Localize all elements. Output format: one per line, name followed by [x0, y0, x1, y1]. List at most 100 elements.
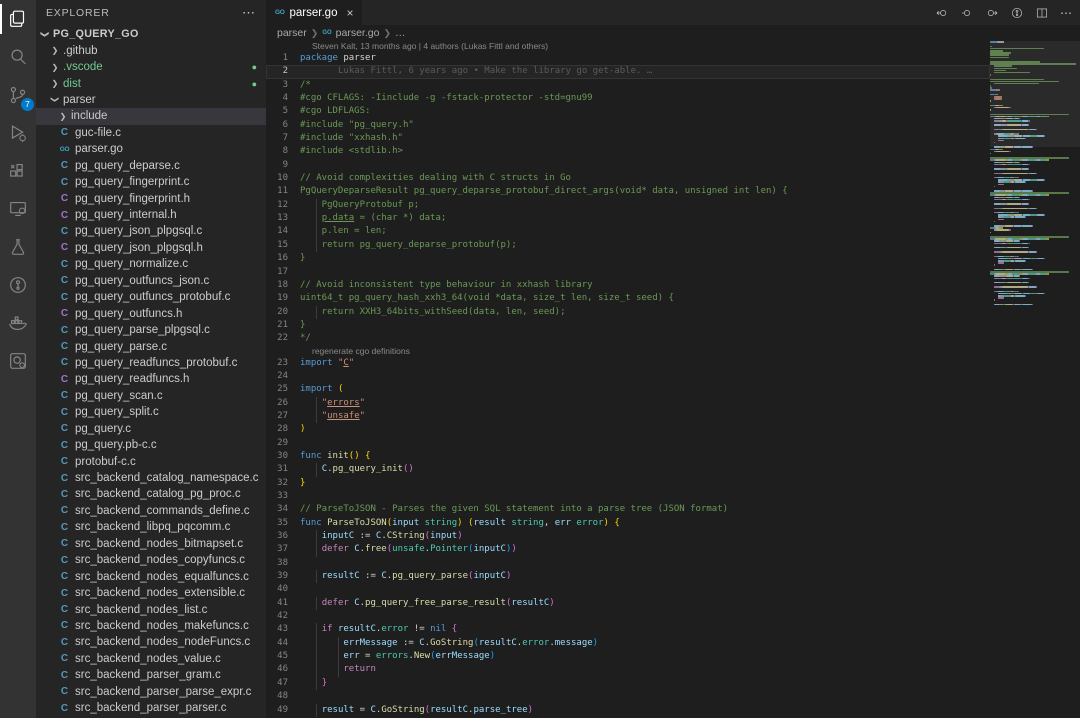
code-line-21[interactable]: 21}	[266, 319, 990, 332]
tree-file-pg-query-normalize-c[interactable]: Cpg_query_normalize.c	[36, 256, 266, 272]
code-line-20[interactable]: 20 return XXH3_64bits_withSeed(data, len…	[266, 306, 990, 319]
code-line-40[interactable]: 40	[266, 583, 990, 596]
tree-file-pg-query-scan-c[interactable]: Cpg_query_scan.c	[36, 388, 266, 404]
code-line-35[interactable]: 35func ParseToJSON(input string) (result…	[266, 517, 990, 530]
tree-file-src-backend-nodes-equalfuncs-c[interactable]: Csrc_backend_nodes_equalfuncs.c	[36, 568, 266, 584]
tree-file-src-backend-nodes-makefuncs-c[interactable]: Csrc_backend_nodes_makefuncs.c	[36, 618, 266, 634]
code-line-26[interactable]: 26 "errors"	[266, 397, 990, 410]
code-line-10[interactable]: 10// Avoid complexities dealing with C s…	[266, 172, 990, 185]
code-line-41[interactable]: 41 defer C.pg_query_free_parse_result(re…	[266, 597, 990, 610]
code-editor[interactable]: Steven Kalt, 13 months ago | 4 authors (…	[266, 41, 990, 718]
gitlens-icon[interactable]	[1009, 5, 1024, 20]
code-line-22[interactable]: 22*/	[266, 332, 990, 345]
tree-file-pg-query-internal-h[interactable]: Cpg_query_internal.h	[36, 207, 266, 223]
explorer-icon[interactable]	[0, 0, 36, 38]
tree-file-src-backend-nodes-bitmapset-c[interactable]: Csrc_backend_nodes_bitmapset.c	[36, 536, 266, 552]
tree-file-src-backend-nodes-value-c[interactable]: Csrc_backend_nodes_value.c	[36, 651, 266, 667]
tree-file-pg-query-readfuncs-protobuf-c[interactable]: Cpg_query_readfuncs_protobuf.c	[36, 355, 266, 371]
code-line-45[interactable]: 45 err = errors.New(errMessage)	[266, 650, 990, 663]
code-line-7[interactable]: 7#include "xxhash.h"	[266, 132, 990, 145]
code-line-39[interactable]: 39 resultC := C.pg_query_parse(inputC)	[266, 570, 990, 583]
code-lens[interactable]: Steven Kalt, 13 months ago | 4 authors (…	[266, 41, 990, 52]
tree-file-pg-query-json-plpgsql-c[interactable]: Cpg_query_json_plpgsql.c	[36, 223, 266, 239]
code-line-42[interactable]: 42	[266, 610, 990, 623]
code-line-36[interactable]: 36 inputC := C.CString(input)	[266, 530, 990, 543]
tree-file-src-backend-nodes-copyfuncs-c[interactable]: Csrc_backend_nodes_copyfuncs.c	[36, 552, 266, 568]
tree-folder--github[interactable]: ❯.github	[36, 42, 266, 58]
tree-file-src-backend-commands-define-c[interactable]: Csrc_backend_commands_define.c	[36, 503, 266, 519]
tree-file-pg-query-parse-c[interactable]: Cpg_query_parse.c	[36, 338, 266, 354]
tree-file-pg-query-deparse-c[interactable]: Cpg_query_deparse.c	[36, 158, 266, 174]
tree-file-pg-query-pb-c-c[interactable]: Cpg_query.pb-c.c	[36, 437, 266, 453]
split-editor-icon[interactable]	[1034, 5, 1049, 20]
tree-file-src-backend-catalog-namespace-c[interactable]: Csrc_backend_catalog_namespace.c	[36, 470, 266, 486]
minimap[interactable]	[990, 41, 1080, 718]
tree-folder--vscode[interactable]: ❯.vscode●	[36, 59, 266, 75]
code-line-38[interactable]: 38	[266, 557, 990, 570]
tree-folder-include[interactable]: ❯include	[36, 108, 266, 124]
source-control-icon[interactable]: 7	[0, 76, 36, 114]
run-debug-icon[interactable]	[0, 114, 36, 152]
open-changes-next-icon[interactable]	[984, 5, 999, 20]
code-line-48[interactable]: 48	[266, 690, 990, 703]
containers-icon[interactable]	[0, 342, 36, 380]
tree-folder-dist[interactable]: ❯dist●	[36, 75, 266, 91]
code-line-13[interactable]: 13 p.data = (char *) data;	[266, 212, 990, 225]
tree-file-src-backend-parser-gram-c[interactable]: Csrc_backend_parser_gram.c	[36, 667, 266, 683]
code-line-44[interactable]: 44 errMessage := C.GoString(resultC.erro…	[266, 637, 990, 650]
code-line-16[interactable]: 16}	[266, 252, 990, 265]
tree-file-pg-query-fingerprint-c[interactable]: Cpg_query_fingerprint.c	[36, 174, 266, 190]
tree-file-pg-query-split-c[interactable]: Cpg_query_split.c	[36, 404, 266, 420]
code-line-12[interactable]: 12 PgQueryProtobuf p;	[266, 199, 990, 212]
gitlens-icon[interactable]	[0, 266, 36, 304]
code-line-9[interactable]: 9	[266, 159, 990, 172]
code-line-31[interactable]: 31 C.pg_query_init()	[266, 463, 990, 476]
tree-file-pg-query-outfuncs-protobuf-c[interactable]: Cpg_query_outfuncs_protobuf.c	[36, 289, 266, 305]
breadcrumb-item[interactable]: parser	[277, 27, 307, 39]
tree-file-pg-query-outfuncs-h[interactable]: Cpg_query_outfuncs.h	[36, 305, 266, 321]
docker-icon[interactable]	[0, 304, 36, 342]
code-line-6[interactable]: 6#include "pg_query.h"	[266, 119, 990, 132]
minimap-slider[interactable]	[990, 41, 1080, 147]
tree-file-pg-query-outfuncs-json-c[interactable]: Cpg_query_outfuncs_json.c	[36, 273, 266, 289]
explorer-more-actions-icon[interactable]: ⋯	[242, 5, 256, 21]
tree-file-pg-query-parse-plpgsql-c[interactable]: Cpg_query_parse_plpgsql.c	[36, 322, 266, 338]
code-line-2[interactable]: 2Lukas Fittl, 6 years ago • Make the lib…	[266, 65, 990, 78]
remote-explorer-icon[interactable]	[0, 190, 36, 228]
tree-file-pg-query-readfuncs-h[interactable]: Cpg_query_readfuncs.h	[36, 371, 266, 387]
code-line-28[interactable]: 28)	[266, 423, 990, 436]
tree-root-pg-query-go[interactable]: ❯PG_QUERY_GO	[36, 26, 266, 42]
code-line-29[interactable]: 29	[266, 437, 990, 450]
tree-file-src-backend-nodes-extensible-c[interactable]: Csrc_backend_nodes_extensible.c	[36, 585, 266, 601]
close-tab-icon[interactable]: ×	[346, 6, 353, 20]
more-actions-icon[interactable]: ⋯	[1059, 5, 1074, 20]
code-line-11[interactable]: 11PgQueryDeparseResult pg_query_deparse_…	[266, 185, 990, 198]
tree-file-parser-go[interactable]: GOparser.go	[36, 141, 266, 157]
open-changes-icon[interactable]	[959, 5, 974, 20]
code-line-47[interactable]: 47 }	[266, 677, 990, 690]
code-lens[interactable]: regenerate cgo definitions	[266, 346, 990, 357]
tree-file-src-backend-parser-parse-expr-c[interactable]: Csrc_backend_parser_parse_expr.c	[36, 684, 266, 700]
code-line-15[interactable]: 15 return pg_query_deparse_protobuf(p);	[266, 239, 990, 252]
code-line-49[interactable]: 49 result = C.GoString(resultC.parse_tre…	[266, 704, 990, 717]
tree-file-pg-query-c[interactable]: Cpg_query.c	[36, 421, 266, 437]
tab-parser-go[interactable]: GO parser.go ×	[266, 0, 362, 25]
breadcrumb-item[interactable]: parser.go	[336, 27, 380, 39]
code-line-8[interactable]: 8#include <stdlib.h>	[266, 145, 990, 158]
code-line-37[interactable]: 37 defer C.free(unsafe.Pointer(inputC))	[266, 543, 990, 556]
tree-file-pg-query-json-plpgsql-h[interactable]: Cpg_query_json_plpgsql.h	[36, 240, 266, 256]
code-line-19[interactable]: 19uint64_t pg_query_hash_xxh3_64(void *d…	[266, 292, 990, 305]
code-line-33[interactable]: 33	[266, 490, 990, 503]
tree-file-src-backend-libpq-pqcomm-c[interactable]: Csrc_backend_libpq_pqcomm.c	[36, 519, 266, 535]
code-line-5[interactable]: 5#cgo LDFLAGS:	[266, 105, 990, 118]
code-line-24[interactable]: 24	[266, 370, 990, 383]
testing-icon[interactable]	[0, 228, 36, 266]
tree-file-pg-query-fingerprint-h[interactable]: Cpg_query_fingerprint.h	[36, 190, 266, 206]
code-line-27[interactable]: 27 "unsafe"	[266, 410, 990, 423]
code-line-23[interactable]: 23import "C"	[266, 357, 990, 370]
tree-file-protobuf-c-c[interactable]: Cprotobuf-c.c	[36, 453, 266, 469]
code-line-34[interactable]: 34// ParseToJSON - Parses the given SQL …	[266, 503, 990, 516]
tree-file-src-backend-nodes-list-c[interactable]: Csrc_backend_nodes_list.c	[36, 601, 266, 617]
code-line-43[interactable]: 43 if resultC.error != nil {	[266, 623, 990, 636]
tree-file-src-backend-nodes-nodefuncs-c[interactable]: Csrc_backend_nodes_nodeFuncs.c	[36, 634, 266, 650]
